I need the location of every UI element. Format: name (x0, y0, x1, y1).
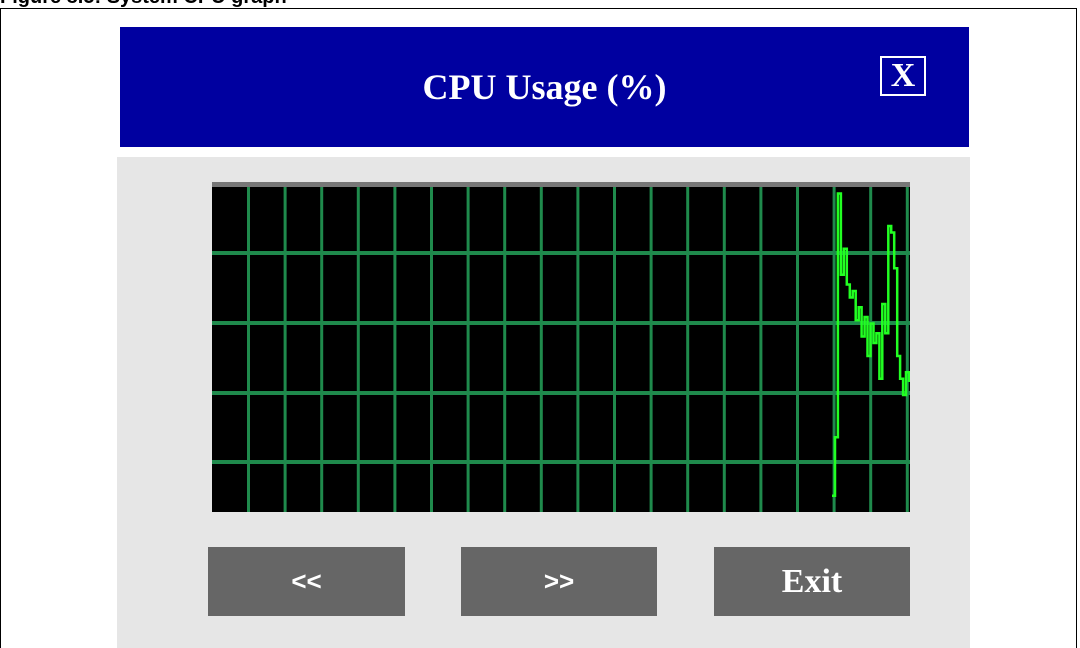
window-titlebar: CPU Usage (%) X (120, 27, 969, 147)
close-button[interactable]: X (880, 56, 926, 96)
exit-button[interactable]: Exit (714, 547, 910, 616)
next-button[interactable]: >> (461, 547, 657, 616)
previous-button[interactable]: << (208, 547, 405, 616)
page: Figure 8.5: System CPU graph CPU Usage (… (0, 0, 1080, 648)
window-title: CPU Usage (%) (422, 67, 667, 107)
cpu-usage-graph (212, 187, 910, 512)
